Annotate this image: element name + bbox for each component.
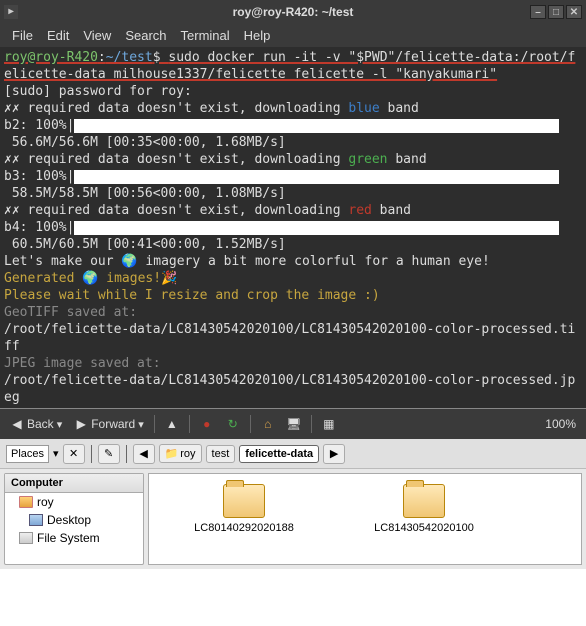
x-icon: ✗ — [4, 203, 12, 218]
up-button[interactable]: ▲ — [161, 415, 183, 433]
sidebar-head-computer: Computer — [5, 474, 143, 493]
tiff-path: /root/felicette-data/LC81430542020100/LC… — [4, 322, 575, 354]
home-icon: ⌂ — [261, 417, 275, 431]
refresh-icon: ↻ — [226, 417, 240, 431]
zoom-level: 100% — [545, 417, 580, 431]
drive-icon — [19, 532, 33, 544]
stop-button[interactable]: ● — [196, 415, 218, 433]
progress-b2-label: b2: 100%| — [4, 118, 74, 133]
toolbar-separator — [91, 445, 92, 463]
toolbar-separator — [154, 415, 155, 433]
progress-b3-label: b3: 100%| — [4, 169, 74, 184]
places-dropdown[interactable]: Places — [6, 445, 49, 463]
x-icon: ✗ — [4, 152, 12, 167]
back-button[interactable]: ◀Back ▾ — [6, 415, 66, 433]
terminal-titlebar: ▸ roy@roy-R420: ~/test – □ ✕ — [0, 0, 586, 24]
back-arrow-icon: ◀ — [10, 417, 24, 431]
forward-button[interactable]: ▶Forward ▾ — [70, 415, 148, 433]
terminal-output[interactable]: roy@roy-R420:~/test$ sudo docker run -it… — [0, 47, 586, 408]
sidebar-item-filesystem[interactable]: File System — [5, 529, 143, 547]
grid-icon: ▦ — [322, 417, 336, 431]
terminal-menubar: File Edit View Search Terminal Help — [0, 24, 586, 47]
toolbar-separator — [126, 445, 127, 463]
toolbar-separator — [250, 415, 251, 433]
geotiff-saved: GeoTIFF saved at: — [4, 305, 137, 320]
chevron-down-icon: ▾ — [57, 418, 63, 431]
terminal-window: ▸ roy@roy-R420: ~/test – □ ✕ File Edit V… — [0, 0, 586, 408]
band-green: green — [348, 152, 387, 167]
progress-b2-stats: 56.6M/56.6M [00:35<00:00, 1.68MB/s] — [4, 135, 286, 150]
forward-arrow-icon: ▶ — [74, 417, 88, 431]
prompt-path: ~/test — [106, 50, 153, 65]
colorful-line: Let's make our 🌍 imagery a bit more colo… — [4, 254, 490, 269]
generated-line: Generated 🌍 images!🎉 — [4, 271, 177, 286]
minimize-button[interactable]: – — [530, 5, 546, 19]
maximize-button[interactable]: □ — [548, 5, 564, 19]
folder-icon — [403, 484, 445, 518]
progress-b3-stats: 58.5M/58.5M [00:56<00:00, 1.08MB/s] — [4, 186, 286, 201]
up-arrow-icon: ▲ — [165, 417, 179, 431]
fm-toolbar: ◀Back ▾ ▶Forward ▾ ▲ ● ↻ ⌂ 🖥 ▦ 100% — [0, 409, 586, 439]
please-wait-line: Please wait while I resize and crop the … — [4, 288, 380, 303]
jpeg-path: /root/felicette-data/LC81430542020100/LC… — [4, 373, 575, 405]
breadcrumb-home[interactable]: 📁roy — [159, 444, 202, 463]
home-button[interactable]: ⌂ — [257, 415, 279, 433]
edit-path-button[interactable]: ✎ — [98, 444, 120, 464]
menu-help[interactable]: Help — [238, 26, 277, 45]
progress-bar-b4 — [74, 221, 559, 235]
jpeg-saved: JPEG image saved at: — [4, 356, 161, 371]
file-manager-window: ◀Back ▾ ▶Forward ▾ ▲ ● ↻ ⌂ 🖥 ▦ 100% Plac… — [0, 408, 586, 569]
sidebar-item-desktop[interactable]: Desktop — [5, 511, 143, 529]
progress-bar-b3 — [74, 170, 559, 184]
computer-button[interactable]: 🖥 — [283, 415, 305, 433]
band-red: red — [348, 203, 371, 218]
path-back-button[interactable]: ◀ — [133, 444, 155, 464]
fm-file-view[interactable]: LC80140292020188 LC81430542020100 — [148, 473, 582, 565]
folder-icon: 📁 — [165, 447, 179, 460]
sidebar-item-roy[interactable]: roy — [5, 493, 143, 511]
fm-pathbar: Places ▾ ✕ ✎ ◀ 📁roy test felicette-data … — [0, 439, 586, 469]
progress-bar-b2 — [74, 119, 559, 133]
menu-file[interactable]: File — [6, 26, 39, 45]
desktop-icon — [29, 514, 43, 526]
menu-view[interactable]: View — [77, 26, 117, 45]
close-panel-button[interactable]: ✕ — [63, 444, 85, 464]
prompt-user: roy@roy-R420 — [4, 50, 98, 65]
reload-button[interactable]: ↻ — [222, 415, 244, 433]
zoom-icons-button[interactable]: ▦ — [318, 415, 340, 433]
x-icon: ✗ — [4, 101, 12, 116]
record-icon: ● — [200, 417, 214, 431]
path-forward-button[interactable]: ▶ — [323, 444, 345, 464]
breadcrumb-test[interactable]: test — [206, 445, 236, 463]
terminal-app-icon: ▸ — [4, 5, 18, 19]
folder-item[interactable]: LC80140292020188 — [169, 484, 319, 534]
folder-label: LC81430542020100 — [374, 522, 474, 534]
progress-b4-label: b4: 100%| — [4, 220, 74, 235]
computer-icon: 🖥 — [287, 417, 301, 431]
band-blue: blue — [348, 101, 379, 116]
toolbar-separator — [189, 415, 190, 433]
fm-sidebar: Computer roy Desktop File System — [4, 473, 144, 565]
fm-body: Computer roy Desktop File System LC80140… — [0, 469, 586, 569]
toolbar-separator — [311, 415, 312, 433]
close-button[interactable]: ✕ — [566, 5, 582, 19]
folder-item[interactable]: LC81430542020100 — [349, 484, 499, 534]
folder-label: LC80140292020188 — [194, 522, 294, 534]
sudo-prompt: [sudo] password for roy: — [4, 84, 192, 99]
chevron-down-icon: ▾ — [138, 418, 144, 431]
chevron-down-icon[interactable]: ▾ — [53, 447, 59, 460]
menu-search[interactable]: Search — [119, 26, 172, 45]
menu-edit[interactable]: Edit — [41, 26, 75, 45]
menu-terminal[interactable]: Terminal — [175, 26, 236, 45]
folder-icon — [19, 496, 33, 508]
terminal-title: roy@roy-R420: ~/test — [233, 5, 354, 19]
folder-icon — [223, 484, 265, 518]
breadcrumb-felicette-data[interactable]: felicette-data — [239, 445, 319, 463]
progress-b4-stats: 60.5M/60.5M [00:41<00:00, 1.52MB/s] — [4, 237, 286, 252]
